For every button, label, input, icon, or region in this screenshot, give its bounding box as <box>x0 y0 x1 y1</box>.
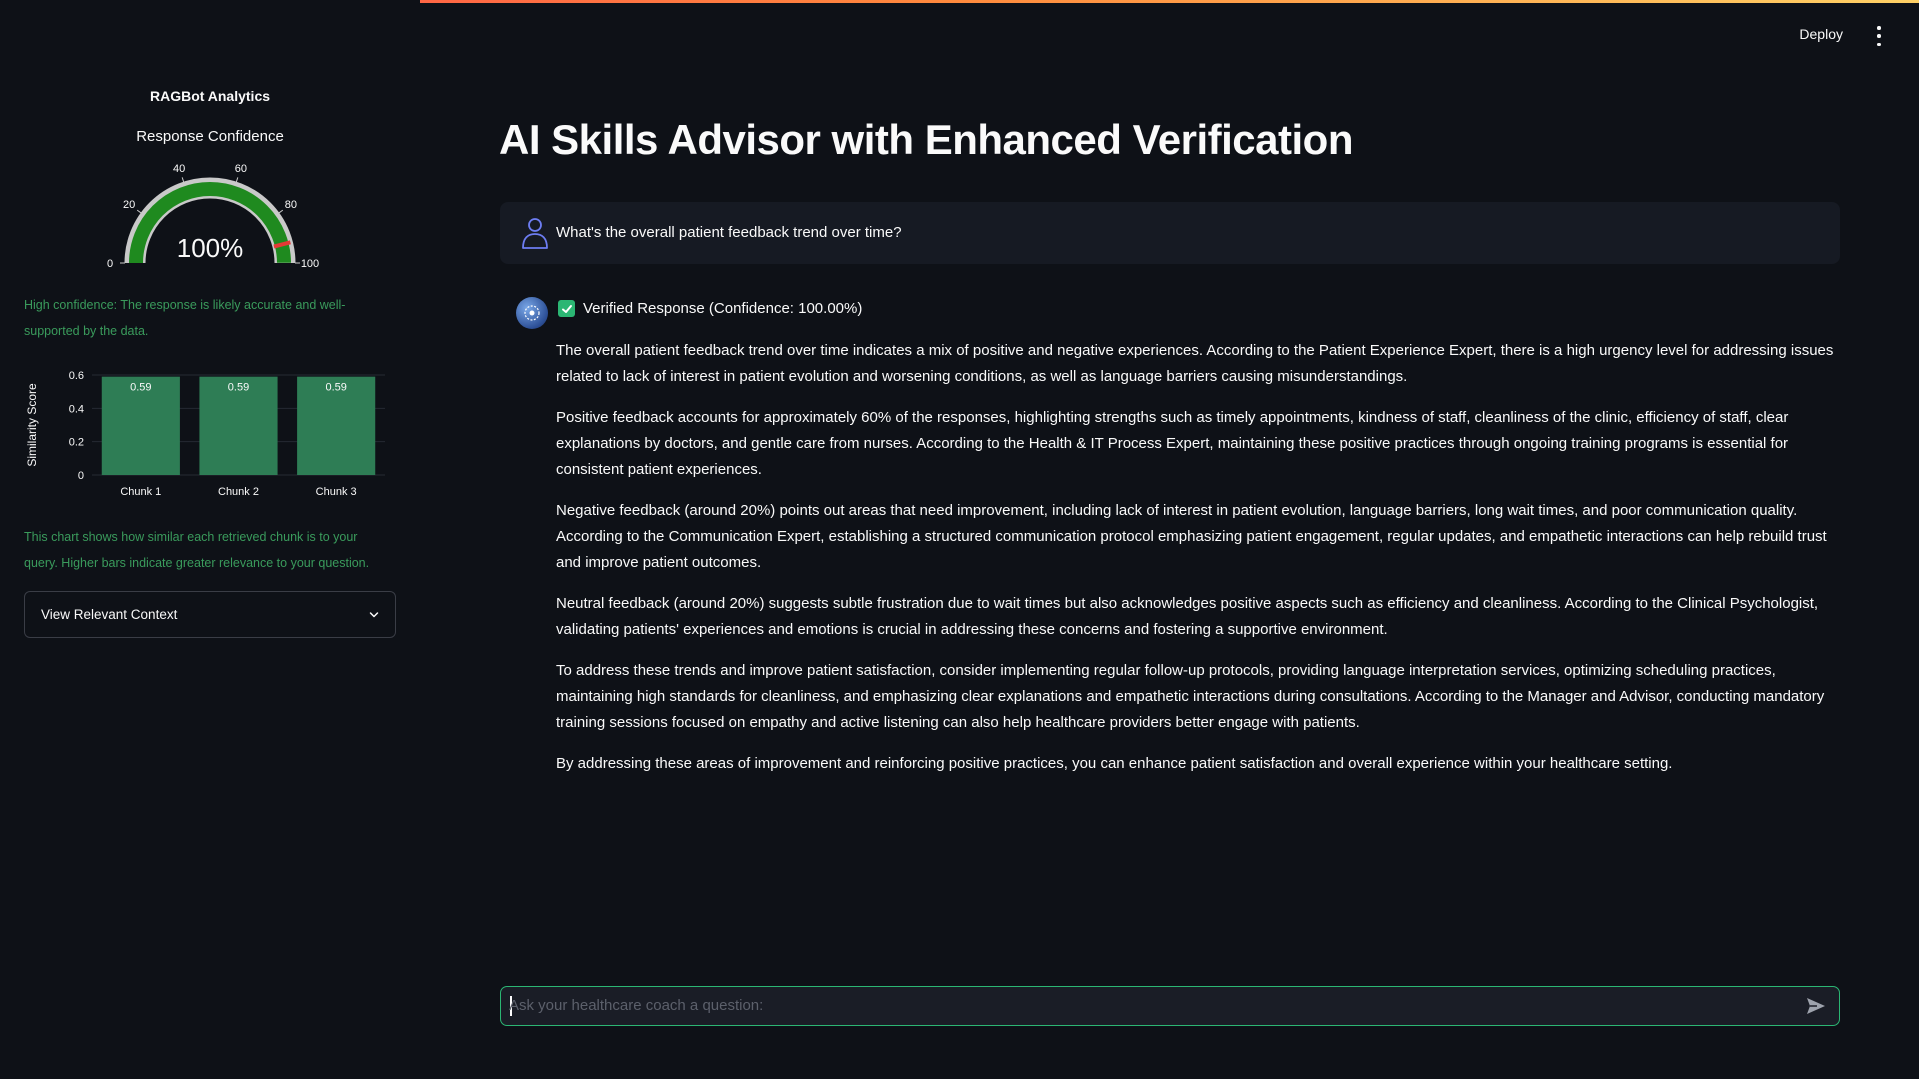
page-title: AI Skills Advisor with Enhanced Verifica… <box>499 116 1354 163</box>
gauge-tick-mark <box>181 177 185 183</box>
bar-data-label: 0.59 <box>130 382 151 394</box>
response-paragraph: The overall patient feedback trend over … <box>556 342 1834 385</box>
user-chat-message: What's the overall patient feedback tren… <box>500 202 1840 264</box>
response-paragraph: Negative feedback (around 20%) points ou… <box>556 502 1827 571</box>
gauge-chart: 0 20 40 60 80 100 100% <box>107 163 319 270</box>
gauge-tick-label: 20 <box>123 199 135 211</box>
similarity-bar-chart: 0 0.2 0.4 0.6 Similarity Score 0.59 Chunk 1 0.5… <box>20 360 390 510</box>
y-tick-label: 0.6 <box>69 370 84 382</box>
verified-response-label: Verified Response (Confidence: 100.00%) <box>583 300 863 317</box>
expander-label: View Relevant Context <box>41 607 178 622</box>
chevron-down-icon <box>369 611 379 617</box>
assistant-avatar-icon <box>516 297 548 329</box>
bar-chart-svg: 0 0.2 0.4 0.6 Similarity Score 0.59 Chunk 1 0.5… <box>25 370 385 498</box>
y-tick-label: 0.4 <box>69 403 84 415</box>
app-header: Deploy <box>0 0 1919 72</box>
chat-input[interactable] <box>509 987 1789 1024</box>
response-paragraph: To address these trends and improve pati… <box>556 662 1825 731</box>
response-paragraph: Neutral feedback (around 20%) suggests s… <box>556 595 1819 638</box>
sidebar-title: RAGBot Analytics <box>149 88 271 104</box>
user-avatar-icon <box>522 218 548 249</box>
confidence-gauge: Response Confidence 0 20 40 60 80 100 100% <box>95 128 325 278</box>
sidebar: RAGBot Analytics Response Confidence 0 20… <box>0 0 420 1079</box>
assistant-message-body: The overall patient feedback trend over … <box>556 338 1846 792</box>
bar-chart-caption: This chart shows how similar each retrie… <box>24 530 370 570</box>
gauge-caption: High confidence: The response is likely … <box>24 298 346 338</box>
y-tick-label: 0 <box>78 470 84 482</box>
gauge-tick-label: 0 <box>107 258 113 270</box>
y-tick-label: 0.2 <box>69 437 84 449</box>
x-tick-label: Chunk 2 <box>218 486 259 498</box>
gauge-tick-mark <box>136 209 142 214</box>
x-tick-label: Chunk 3 <box>316 486 357 498</box>
gauge-tick-label: 100 <box>301 258 319 270</box>
main-menu-icon[interactable] <box>1873 26 1885 46</box>
bar-data-label: 0.59 <box>325 382 346 394</box>
verified-response-header: Verified Response (Confidence: 100.00%) <box>558 300 862 317</box>
view-relevant-context-expander[interactable]: View Relevant Context <box>24 591 396 638</box>
chat-input-container <box>500 986 1840 1026</box>
gauge-title: Response Confidence <box>136 128 284 145</box>
x-tick-label: Chunk 1 <box>120 486 161 498</box>
bar-data-label: 0.59 <box>228 382 249 394</box>
gauge-tick-mark <box>278 209 284 214</box>
checkmark-icon <box>558 300 575 317</box>
gauge-tick-label: 80 <box>285 199 297 211</box>
gauge-tick-mark <box>235 177 239 183</box>
send-icon[interactable] <box>1805 996 1827 1016</box>
gauge-value-text: 100% <box>177 233 244 263</box>
gauge-tick-label: 40 <box>173 163 185 175</box>
response-paragraph: By addressing these areas of improvement… <box>556 755 1673 772</box>
y-axis-label: Similarity Score <box>25 383 39 467</box>
gauge-tick-label: 60 <box>235 163 247 175</box>
deploy-button[interactable]: Deploy <box>1799 26 1843 42</box>
user-message-text: What's the overall patient feedback tren… <box>556 224 902 241</box>
response-paragraph: Positive feedback accounts for approxima… <box>556 409 1789 478</box>
